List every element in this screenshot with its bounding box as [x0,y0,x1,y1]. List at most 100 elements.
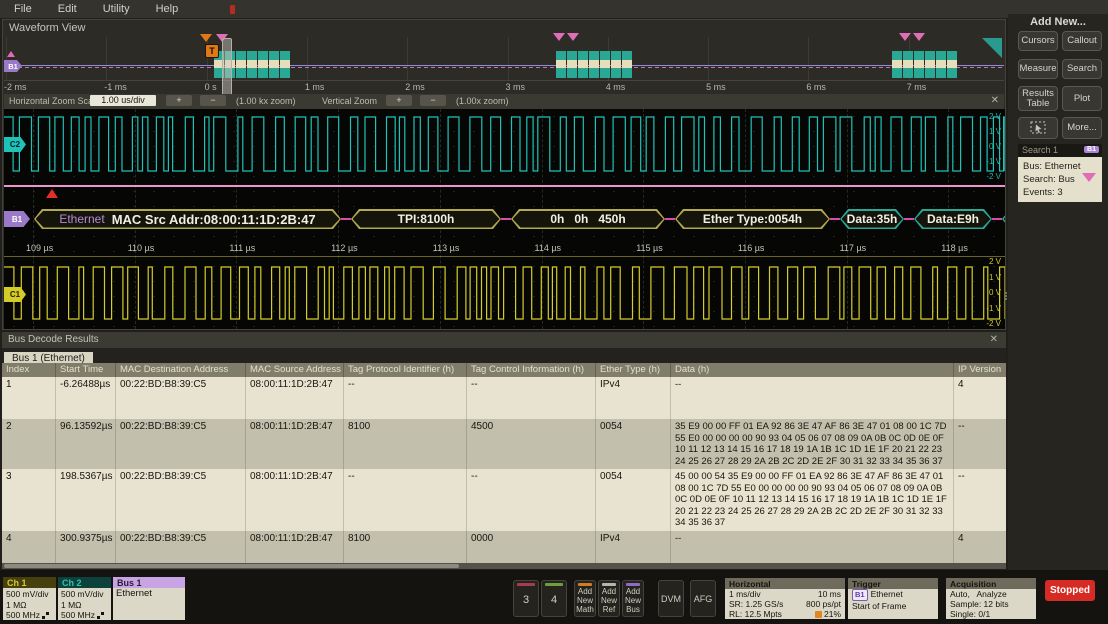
dvm-button[interactable]: DVM [658,580,684,617]
vertical-zoom-label: Vertical Zoom [322,96,377,106]
cell-start-time: 198.5367µs [55,469,115,531]
ch4-color-stripe [545,583,563,586]
trigger-source-badge: B1 [852,589,868,601]
cell-tci: -- [466,377,595,419]
search-mark-icon [1082,173,1096,182]
measure-button[interactable]: Measure [1018,59,1058,79]
bus-decode-results-panel: Bus Decode Results ✕ Bus 1 (Ethernet) In… [2,332,1006,569]
zoom-close-icon[interactable]: ✕ [991,95,999,106]
vzoom-minus-button[interactable]: − [420,95,446,106]
cursors-button[interactable]: Cursors [1018,31,1058,51]
axis-tick-label: 6 ms [806,82,826,92]
column-header: Start Time [55,363,115,377]
table-row[interactable]: 4 300.9375µs 00:22:BD:B8:39:C5 08:00:11:… [2,531,1006,567]
table-row[interactable]: 1 -6.26488µs 00:22:BD:B8:39:C5 08:00:11:… [2,377,1006,419]
cell-mac-src: 08:00:11:1D:2B:47 [245,419,343,469]
acquisition-settings-panel[interactable]: Acquisition Auto, Analyze Sample: 12 bit… [946,578,1036,619]
bus-field-data: Data:E9h [914,209,992,229]
trigger-panel-title: Trigger [848,578,938,589]
cell-mac-src: 08:00:11:1D:2B:47 [245,531,343,567]
waveform-view-panel: Waveform View T B1 -2 ms -1 ms 0 s 1 ms … [2,19,1006,330]
ch4-enable-button[interactable]: 4 [541,580,567,617]
hzoom-minus-button[interactable]: − [200,95,226,106]
axis-tick-label: 7 ms [907,82,927,92]
horizontal-settings-panel[interactable]: Horizontal 1 ms/div10 ms SR: 1.25 GS/s80… [725,578,845,619]
search1-panel[interactable]: Search 1 B1 Bus: Ethernet Search: Bus Ev… [1018,144,1102,202]
cell-ip-version: -- [953,419,1006,469]
scale-label: 2 V [989,112,1001,121]
bus-decode-track[interactable]: B1 EthernetMAC Src Addr:08:00:11:1D:2B:4… [4,208,1005,230]
run-stop-button[interactable]: Stopped [1045,580,1095,601]
ref-color-stripe [602,583,616,586]
axis-tick-label: 111 µs [229,243,255,253]
menu-help[interactable]: Help [156,3,179,15]
menu-utility[interactable]: Utility [103,3,130,15]
horizontal-zoom-scale-label: Horizontal Zoom Scale [9,96,100,106]
vzoom-plus-button[interactable]: + [386,95,412,106]
table-row[interactable]: 3 198.5367µs 00:22:BD:B8:39:C5 08:00:11:… [2,469,1006,531]
hzoom-factor-label: (1.00 kx zoom) [236,96,296,106]
screen-annotation-button[interactable] [1018,117,1058,139]
afg-button[interactable]: AFG [690,580,716,617]
cell-ip-version: 4 [953,531,1006,567]
more-button[interactable]: More... [1062,117,1102,139]
scale-label: -1 V [986,304,1001,313]
column-header: Index [2,363,55,377]
bandwidth-icon [97,612,104,619]
trigger-position-badge[interactable]: T [205,44,219,58]
bus1-badge-settings: Ethernet [113,588,185,620]
scale-label: 0 V [989,288,1001,297]
waveform-view-title: Waveform View [9,22,85,34]
scale-label: 2 V [989,257,1001,266]
trigger-settings-panel[interactable]: Trigger B1Ethernet Start of Frame [848,578,938,619]
plot-button[interactable]: Plot [1062,86,1102,111]
bus-name-label: Ethernet [59,212,104,226]
axis-tick-label: -1 ms [104,82,127,92]
cell-index: 3 [2,469,55,531]
ch1-channel-badge[interactable]: Ch 1 500 mV/div 1 MΩ 500 MHz [3,577,56,620]
horizontal-zoom-scale-value[interactable]: 1.00 us/div [90,95,156,106]
overview-zoom-corner-icon[interactable] [982,38,1002,58]
trigger-marker-icon [200,34,212,42]
cell-mac-dest: 00:22:BD:B8:39:C5 [115,419,245,469]
hscrollbar-thumb[interactable] [4,564,459,568]
ch2-channel-badge[interactable]: Ch 2 500 mV/div 1 MΩ 500 MHz [58,577,111,620]
bus1-badge[interactable]: B1 [4,211,30,227]
zoomed-waveform-area[interactable]: C2 2 V 1 V 0 V -1 V -2 V B1 EthernetMAC … [4,109,1005,329]
axis-tick-label: 0 s [205,82,217,92]
selection-cursor-icon [1030,121,1047,135]
bus-connector [992,218,1002,220]
search-button[interactable]: Search [1062,59,1102,79]
bus1-badge[interactable]: Bus 1 Ethernet [113,577,185,620]
add-new-ref-button[interactable]: Add New Ref [598,580,620,617]
table-hscrollbar[interactable] [2,563,1006,569]
callout-button[interactable]: Callout [1062,31,1102,51]
add-new-bus-button[interactable]: Add New Bus [622,580,644,617]
search-marker-icon [567,33,579,41]
cell-index: 2 [2,419,55,469]
bus-connector [830,218,840,220]
axis-tick-label: 110 µs [128,243,155,253]
menu-file[interactable]: File [14,3,32,15]
ch3-enable-button[interactable]: 3 [513,580,539,617]
scale-label: -1 V [986,157,1001,166]
results-table-button[interactable]: Results Table [1018,86,1058,111]
table-header-row: Index Start Time MAC Destination Address… [2,363,1006,377]
cell-ethertype: IPv4 [595,377,670,419]
bus-field-data: Data:35h [840,209,904,229]
scale-label: 1 V [989,273,1001,282]
add-new-math-button[interactable]: Add New Math [574,580,596,617]
table-row[interactable]: 2 96.13592µs 00:22:BD:B8:39:C5 08:00:11:… [2,419,1006,469]
cell-mac-dest: 00:22:BD:B8:39:C5 [115,377,245,419]
zoom-time-axis: 109 µs 110 µs 111 µs 112 µs 113 µs 114 µ… [4,243,1005,255]
cell-tpi: 8100 [343,419,466,469]
vzoom-factor-label: (1.00x zoom) [456,96,509,106]
horizontal-panel-body: 1 ms/div10 ms SR: 1.25 GS/s800 ps/pt RL:… [725,589,845,619]
cell-data: -- [670,531,953,567]
add-new-title: Add New... [1008,16,1108,28]
search1-body: Bus: Ethernet Search: Bus Events: 3 [1018,157,1102,202]
hzoom-plus-button[interactable]: + [166,95,192,106]
menu-edit[interactable]: Edit [58,3,77,15]
results-close-icon[interactable]: ✕ [990,334,998,345]
column-header: MAC Destination Address [115,363,245,377]
